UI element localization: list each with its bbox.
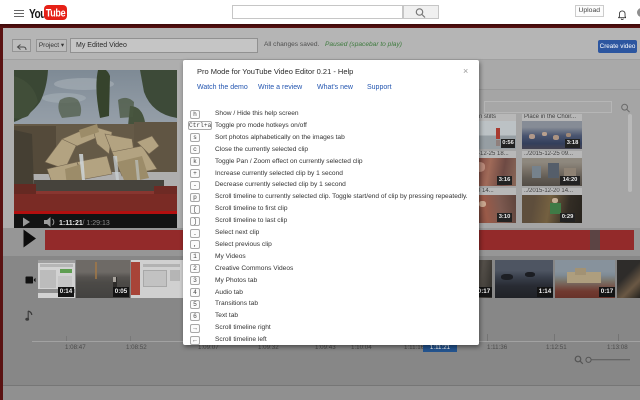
svg-text:Tube: Tube	[46, 8, 66, 20]
svg-text:You: You	[29, 7, 46, 21]
svg-text:/ 1:29:13: / 1:29:13	[82, 220, 109, 227]
svg-text:1:11:21: 1:11:21	[59, 220, 83, 227]
